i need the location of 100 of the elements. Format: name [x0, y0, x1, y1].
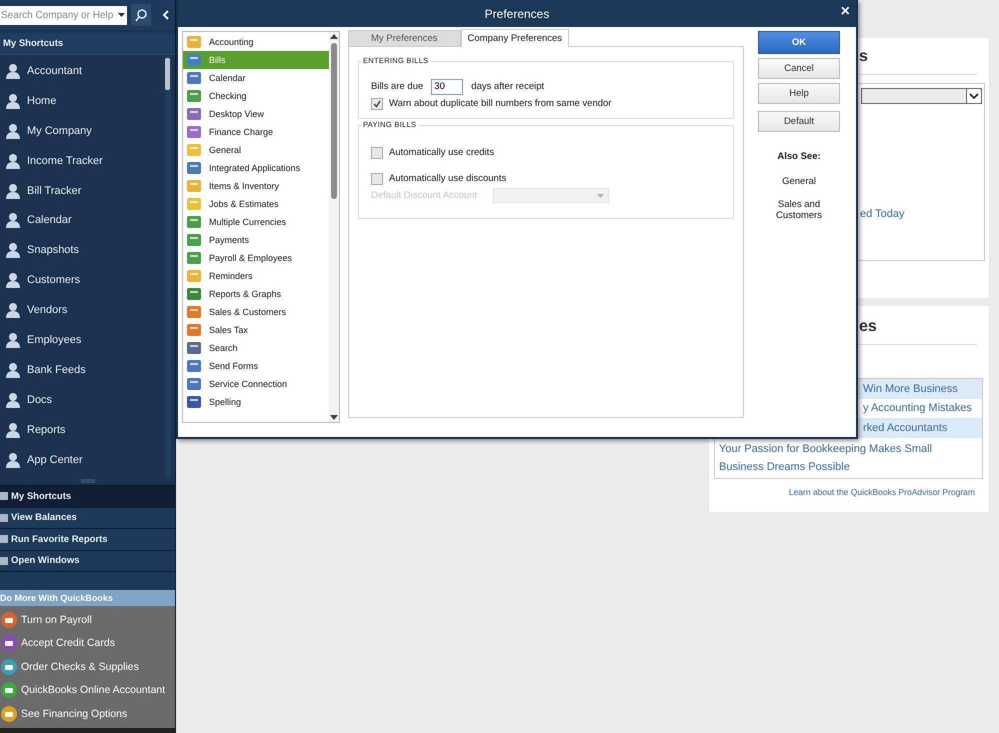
tile-icon: [186, 268, 202, 284]
section-header: My Shortcuts: [0, 33, 175, 55]
promo-item[interactable]: QuickBooks Online Accountant: [0, 678, 175, 702]
promo-item[interactable]: Order Checks & Supplies: [0, 655, 175, 678]
dropdown[interactable]: [861, 88, 982, 104]
category-item[interactable]: Multiple Currencies: [183, 213, 329, 231]
checkbox-label: Warn about duplicate bill numbers from same vendor: [389, 98, 612, 109]
category-item[interactable]: Service Connection: [183, 375, 329, 393]
close-button[interactable]: ×: [838, 3, 852, 21]
tile-icon: [186, 124, 202, 140]
tile-icon: [186, 70, 202, 86]
tile-icon: [186, 88, 202, 104]
tile-icon: [186, 286, 202, 302]
person-icon: [4, 450, 22, 469]
category-item[interactable]: Reports & Graphs: [183, 285, 329, 303]
tab[interactable]: My Preferences: [348, 30, 461, 46]
collapse-icon[interactable]: [162, 10, 170, 20]
person-icon: [4, 122, 22, 140]
category-item[interactable]: Payments: [183, 231, 329, 249]
category-item[interactable]: Integrated Applications: [183, 159, 329, 177]
tab[interactable]: Company Preferences: [460, 29, 570, 47]
tile-icon: [186, 358, 202, 374]
category-item[interactable]: Items & Inventory: [183, 177, 329, 195]
link[interactable]: Learn about the QuickBooks ProAdvisor Program: [709, 486, 975, 497]
person-icon: [4, 390, 22, 409]
category-item[interactable]: Accounting: [183, 33, 329, 51]
shortcut-item[interactable]: Bank Feeds: [0, 354, 165, 385]
category-item[interactable]: Spelling: [183, 393, 329, 411]
window-icon: [0, 556, 8, 566]
category-item[interactable]: Finance Charge: [183, 123, 329, 141]
window-icon: [0, 534, 8, 544]
shortcut-item[interactable]: Bill Tracker: [0, 176, 165, 206]
shortcut-item[interactable]: Income Tracker: [0, 146, 165, 176]
link[interactable]: Sales and Customers: [769, 199, 829, 221]
shortcut-item[interactable]: Accountant: [0, 56, 165, 86]
tile-icon: [186, 304, 202, 320]
person-icon: [4, 271, 22, 290]
category-item[interactable]: Calendar: [183, 69, 329, 87]
list-link[interactable]: rked Accountants: [863, 422, 948, 434]
promo-item[interactable]: See Financing Options: [0, 702, 175, 726]
list-link[interactable]: Your Passion for Bookkeeping Makes Small Business Dreams Possible: [715, 438, 982, 478]
link[interactable]: ed Today: [860, 208, 904, 220]
category-item[interactable]: General: [183, 141, 329, 159]
shortcut-item[interactable]: Calendar: [0, 205, 165, 236]
category-item[interactable]: Checking: [183, 87, 329, 105]
person-icon: [4, 301, 22, 320]
search-button[interactable]: [131, 4, 151, 26]
person-icon: [4, 241, 22, 260]
tile-icon: [186, 160, 202, 176]
promo-item[interactable]: Accept Credit Cards: [0, 632, 175, 655]
scroll-up-icon[interactable]: [329, 32, 339, 41]
shortcut-item[interactable]: Vendors: [0, 295, 165, 326]
nav-item[interactable]: My Shortcuts: [0, 486, 175, 508]
category-item[interactable]: Send Forms: [183, 357, 329, 375]
person-icon: [4, 211, 22, 230]
person-icon: [4, 420, 22, 439]
search-field[interactable]: Search Company or Help: [0, 6, 127, 24]
checkbox[interactable]: [371, 172, 383, 184]
shortcut-item[interactable]: Home: [0, 86, 165, 116]
category-item[interactable]: Reminders: [183, 267, 329, 285]
dialog-button[interactable]: Help: [758, 83, 840, 104]
nav-item[interactable]: Run Favorite Reports: [0, 529, 175, 550]
dialog-button[interactable]: Cancel: [758, 58, 840, 79]
tile-icon: [186, 106, 202, 122]
nav-item[interactable]: View Balances: [0, 508, 175, 529]
checkbox-label: Automatically use discounts: [389, 173, 506, 184]
shortcut-item[interactable]: Employees: [0, 325, 165, 355]
shortcut-item[interactable]: Snapshots: [0, 235, 165, 266]
category-item[interactable]: Sales & Customers: [183, 303, 329, 321]
promo-item[interactable]: Turn on Payroll: [0, 608, 175, 632]
input-field[interactable]: 30: [431, 78, 464, 94]
field-label: days after receipt: [471, 81, 544, 92]
dialog-button[interactable]: OK: [758, 31, 840, 54]
shortcut-item[interactable]: Docs: [0, 384, 165, 415]
field-label: Bills are due: [371, 81, 424, 92]
category-item[interactable]: Jobs & Estimates: [183, 195, 329, 213]
person-icon: [4, 360, 22, 379]
tile-icon: [186, 52, 202, 68]
category-item[interactable]: Search: [183, 339, 329, 357]
list-link[interactable]: Win More Business: [863, 382, 958, 395]
nav-item[interactable]: Open Windows: [0, 550, 175, 572]
category-item[interactable]: Sales Tax: [183, 321, 329, 339]
tile-icon: [186, 214, 202, 230]
dialog-button[interactable]: Default: [758, 111, 840, 132]
shortcut-item[interactable]: App Center: [0, 444, 165, 474]
checkbox[interactable]: [371, 146, 383, 158]
scrollbar-thumb[interactable]: [331, 43, 337, 199]
scroll-down-icon[interactable]: [329, 413, 339, 422]
shortcut-item[interactable]: Customers: [0, 265, 165, 296]
checkbox[interactable]: [371, 98, 383, 110]
category-list[interactable]: [182, 31, 340, 423]
grip-icon: [80, 479, 94, 483]
person-icon: [4, 182, 22, 200]
category-item[interactable]: Payroll & Employees: [183, 249, 329, 267]
scrollbar-thumb[interactable]: [165, 58, 170, 90]
shortcut-item[interactable]: My Company: [0, 116, 165, 146]
category-item[interactable]: Desktop View: [183, 105, 329, 123]
list-link[interactable]: y Accounting Mistakes: [863, 402, 972, 414]
link[interactable]: General: [769, 176, 829, 187]
shortcut-item[interactable]: Reports: [0, 414, 165, 445]
